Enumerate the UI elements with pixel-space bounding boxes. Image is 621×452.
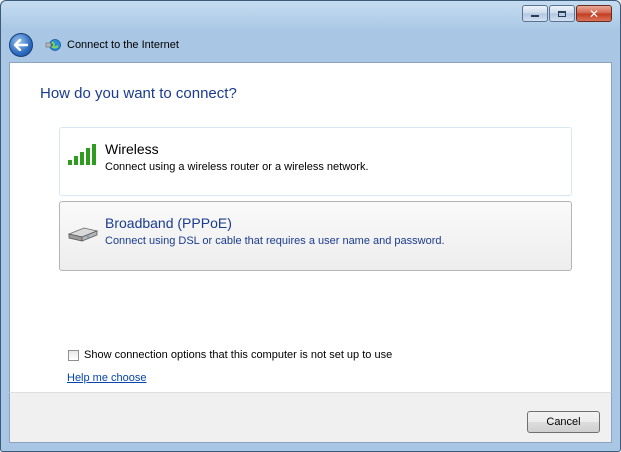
maximize-button[interactable]	[549, 5, 575, 22]
minimize-icon	[531, 15, 539, 17]
cancel-button[interactable]: Cancel	[527, 411, 600, 433]
wireless-option[interactable]: Wireless Connect using a wireless router…	[59, 127, 572, 196]
network-globe-icon	[45, 39, 61, 51]
show-options-checkbox[interactable]	[68, 349, 79, 361]
close-icon: ✕	[588, 6, 600, 21]
show-options-label[interactable]: Show connection options that this comput…	[84, 349, 392, 361]
content-pane: How do you want to connect? Wireless Con…	[9, 62, 612, 392]
footer-bar: Cancel	[9, 392, 612, 443]
title-bar[interactable]: ✕	[1, 1, 620, 27]
broadband-option[interactable]: Broadband (PPPoE) Connect using DSL or c…	[59, 201, 572, 271]
broadband-option-title: Broadband (PPPoE)	[105, 215, 232, 231]
wireless-option-description: Connect using a wireless router or a wir…	[105, 161, 369, 173]
page-heading: How do you want to connect?	[40, 85, 237, 102]
help-me-choose-link[interactable]: Help me choose	[67, 372, 147, 384]
back-button[interactable]	[9, 33, 33, 57]
navigation-bar: Connect to the Internet	[9, 32, 179, 58]
show-options-row: Show connection options that this comput…	[68, 349, 392, 361]
close-button[interactable]: ✕	[576, 5, 612, 22]
minimize-button[interactable]	[522, 5, 548, 22]
window-controls: ✕	[522, 5, 612, 22]
broadband-option-description: Connect using DSL or cable that requires…	[105, 235, 445, 247]
connect-to-internet-window: ✕ Connect to the Internet How do you wan…	[0, 0, 621, 452]
window-title: Connect to the Internet	[67, 39, 179, 51]
maximize-icon	[558, 10, 566, 17]
wireless-signal-icon	[68, 144, 96, 165]
back-arrow-icon	[14, 39, 28, 51]
wireless-option-title: Wireless	[105, 141, 159, 157]
modem-icon	[67, 227, 99, 242]
